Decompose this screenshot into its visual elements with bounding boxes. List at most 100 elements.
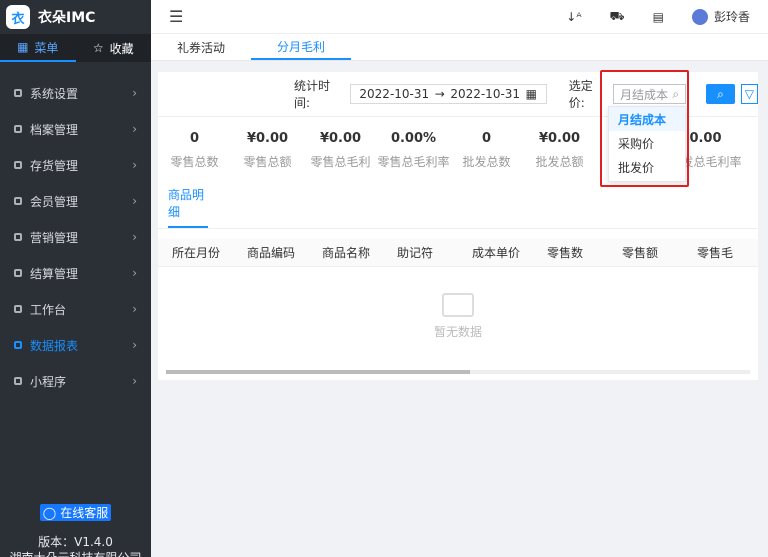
date-label: 统计时间: bbox=[294, 79, 331, 110]
sidebar-tabs: ▦ 菜单 ☆ 收藏 bbox=[0, 34, 151, 62]
horizontal-scrollbar[interactable] bbox=[166, 370, 750, 374]
company-text: 湖南大朵云科技有限公司 bbox=[0, 549, 151, 557]
page-tabs: 礼券活动 分月毛利 bbox=[151, 34, 768, 61]
start-date: 2022-10-31 bbox=[359, 87, 430, 101]
sidebar-item-system[interactable]: 系统设置 › bbox=[0, 75, 151, 111]
chevron-right-icon: › bbox=[132, 374, 137, 388]
stat-item: ¥0.00 零售总额 bbox=[231, 131, 304, 170]
sidebar-item-reports[interactable]: 数据报表 › bbox=[0, 327, 151, 363]
stat-item: 0 零售总数 bbox=[158, 131, 231, 170]
avatar bbox=[691, 8, 708, 25]
search-button[interactable]: ⌕ bbox=[706, 84, 735, 104]
stat-value: 0 bbox=[481, 131, 492, 146]
stat-value: 0.00% bbox=[390, 131, 437, 146]
filter-button[interactable]: ▽ bbox=[740, 84, 758, 104]
sidebar-item-settlement[interactable]: 结算管理 › bbox=[0, 255, 151, 291]
stat-value: 0 bbox=[189, 131, 200, 146]
chevron-right-icon: › bbox=[132, 122, 137, 136]
empty-state: 暂无数据 bbox=[158, 267, 758, 365]
version-text: 版本：V1.4.0 bbox=[38, 535, 113, 549]
column-header[interactable]: 零售额 bbox=[608, 244, 683, 261]
menu-icon bbox=[14, 125, 22, 133]
tab-product-detail[interactable]: 商品明细 bbox=[168, 186, 208, 228]
chevron-right-icon: › bbox=[132, 86, 137, 100]
date-range-picker[interactable]: 2022-10-31 → 2022-10-31 ▦ bbox=[349, 84, 547, 104]
column-header[interactable]: 零售数 bbox=[533, 244, 608, 261]
sidebar-item-member[interactable]: 会员管理 › bbox=[0, 183, 151, 219]
menu-label: 小程序 bbox=[30, 374, 67, 389]
app-name: 衣朵IMC bbox=[38, 10, 96, 26]
empty-text: 暂无数据 bbox=[433, 324, 482, 339]
highlight-box bbox=[600, 70, 689, 187]
menu-icon bbox=[14, 89, 22, 97]
sidebar-item-inventory[interactable]: 存货管理 › bbox=[0, 147, 151, 183]
sidebar-item-miniapp[interactable]: 小程序 › bbox=[0, 363, 151, 399]
service-label: 在线客服 bbox=[60, 506, 109, 520]
menu-label: 工作台 bbox=[30, 302, 67, 317]
chevron-right-icon: › bbox=[132, 230, 137, 244]
online-service-button[interactable]: ◯ 在线客服 bbox=[40, 504, 111, 521]
brand: 衣 衣朵IMC bbox=[0, 0, 151, 34]
sidebar-item-marketing[interactable]: 营销管理 › bbox=[0, 219, 151, 255]
column-header[interactable]: 零售毛 bbox=[683, 244, 758, 261]
stat-label: 零售总毛利 bbox=[310, 155, 371, 169]
chevron-right-icon: › bbox=[132, 338, 137, 352]
sidebar-item-workbench[interactable]: 工作台 › bbox=[0, 291, 151, 327]
chevron-right-icon: › bbox=[132, 158, 137, 172]
chat-icon: ◯ bbox=[42, 505, 57, 520]
stat-value: ¥0.00 bbox=[246, 131, 289, 146]
stat-label: 零售总额 bbox=[243, 155, 292, 169]
stat-item: ¥0.00 批发总额 bbox=[523, 131, 596, 170]
tab-favorites[interactable]: ☆ 收藏 bbox=[76, 34, 152, 62]
sort-icon[interactable]: ↓ᴬ bbox=[566, 10, 581, 24]
tab-favorites-label: 收藏 bbox=[109, 41, 134, 56]
tab-coupon[interactable]: 礼券活动 bbox=[151, 34, 251, 60]
menu-label: 结算管理 bbox=[30, 266, 79, 281]
calendar-icon: ▦ bbox=[525, 87, 537, 101]
chevron-right-icon: › bbox=[132, 266, 137, 280]
column-header[interactable]: 商品名称 bbox=[308, 244, 383, 261]
scrollbar-thumb[interactable] bbox=[166, 370, 470, 374]
column-header[interactable]: 商品编码 bbox=[233, 244, 308, 261]
sidebar: 衣 衣朵IMC ▦ 菜单 ☆ 收藏 系统设置 › 档案管理 › 存货管理 › 会员管理 › … bbox=[0, 0, 151, 557]
column-header[interactable]: 所在月份 bbox=[158, 244, 233, 261]
star-icon: ☆ bbox=[92, 41, 104, 55]
chevron-right-icon: › bbox=[132, 194, 137, 208]
sidebar-item-archive[interactable]: 档案管理 › bbox=[0, 111, 151, 147]
menu-label: 存货管理 bbox=[30, 158, 79, 173]
stat-item: 0.00% 零售总毛利率 bbox=[377, 131, 450, 170]
stat-label: 批发总额 bbox=[535, 155, 584, 169]
collapse-menu-icon[interactable]: ☰ bbox=[169, 7, 183, 26]
top-bar: ☰ ↓ᴬ ⛟ ▤ 彭玲香 bbox=[151, 0, 768, 34]
grid-icon: ▦ bbox=[17, 40, 29, 54]
stat-label: 批发总数 bbox=[462, 155, 511, 169]
menu-icon bbox=[14, 197, 22, 205]
logo: 衣 bbox=[6, 5, 30, 29]
menu-icon bbox=[14, 341, 22, 349]
stat-item: 0 批发总数 bbox=[450, 131, 523, 170]
stat-label: 零售总毛利率 bbox=[377, 155, 450, 169]
menu-icon bbox=[14, 305, 22, 313]
empty-box-icon bbox=[442, 292, 474, 317]
menu-icon bbox=[14, 233, 22, 241]
stat-label: 零售总数 bbox=[170, 155, 219, 169]
stat-item: ¥0.00 零售总毛利 bbox=[304, 131, 377, 170]
menu-label: 系统设置 bbox=[30, 86, 79, 101]
search-icon: ⌕ bbox=[717, 86, 724, 101]
menu-label: 会员管理 bbox=[30, 194, 79, 209]
column-header[interactable]: 成本单价 bbox=[458, 244, 533, 261]
table-header: 所在月份 商品编码 商品名称 助记符 成本单价 零售数 零售额 零售毛 bbox=[158, 239, 758, 267]
menu-label: 营销管理 bbox=[30, 230, 79, 245]
user-menu[interactable]: 彭玲香 bbox=[691, 8, 750, 25]
cart-icon[interactable]: ⛟ bbox=[610, 9, 625, 25]
divider bbox=[158, 228, 758, 229]
column-header[interactable]: 助记符 bbox=[383, 244, 458, 261]
book-icon[interactable]: ▤ bbox=[653, 10, 664, 24]
tab-menu[interactable]: ▦ 菜单 bbox=[0, 34, 76, 62]
menu-icon bbox=[14, 269, 22, 277]
stat-value: ¥0.00 bbox=[319, 131, 362, 146]
tab-monthly-margin[interactable]: 分月毛利 bbox=[251, 34, 351, 60]
stat-value: ¥0.00 bbox=[538, 131, 581, 146]
user-name: 彭玲香 bbox=[713, 10, 750, 24]
menu-icon bbox=[14, 377, 22, 385]
